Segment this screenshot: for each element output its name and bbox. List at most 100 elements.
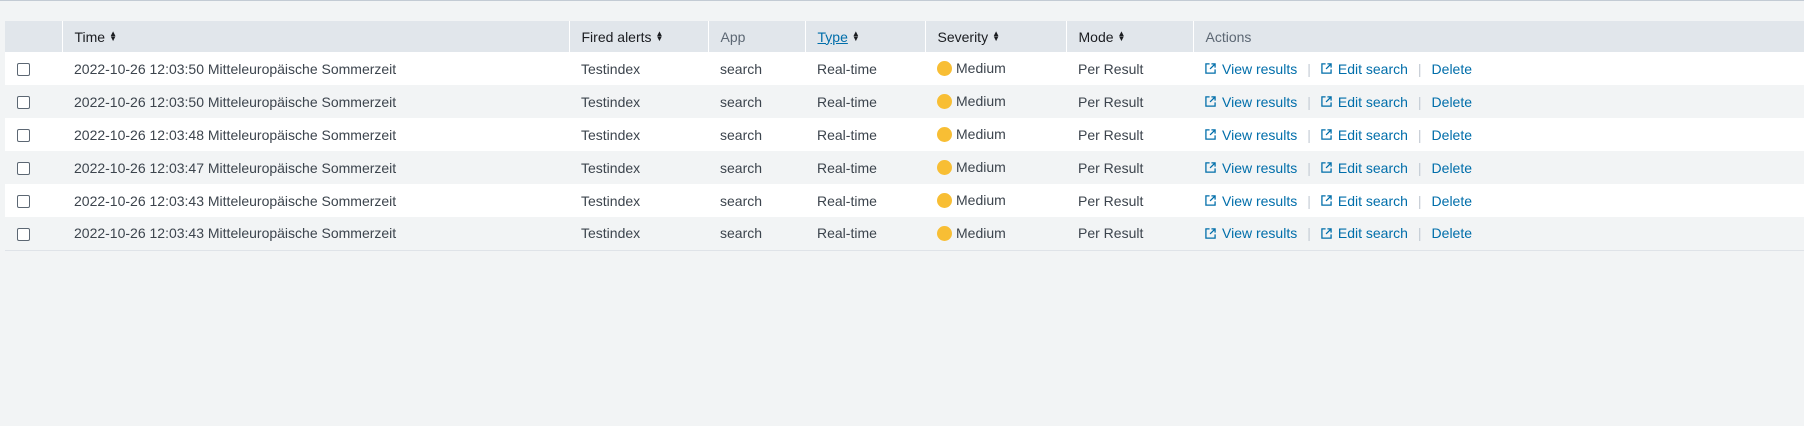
mode-cell: Per Result <box>1078 159 1144 176</box>
fired-alerts-table: Time ▲ ▼ Fired alerts ▲ ▼ App Type ▲ ▼ Severit… <box>5 21 1804 251</box>
table-row: 2022-10-26 12:03:43 Mitteleuropäische So… <box>5 184 1804 217</box>
actions-cell: View results | Edit search | Delete <box>1193 184 1804 217</box>
sort-icon: ▲ ▼ <box>109 28 118 43</box>
column-label-severity: Severity <box>937 28 989 45</box>
sort-icon: ▲ ▼ <box>851 28 860 43</box>
severity-label: Medium <box>956 93 1006 110</box>
view-results-label: View results <box>1222 159 1298 176</box>
edit-search-label: Edit search <box>1337 192 1408 209</box>
delete-link[interactable]: Delete <box>1432 61 1472 77</box>
external-link-icon <box>1321 228 1332 239</box>
row-checkbox[interactable] <box>17 96 30 110</box>
edit-search-link[interactable]: Edit search <box>1321 225 1408 241</box>
time-cell: 2022-10-26 12:03:43 Mitteleuropäische So… <box>74 225 397 242</box>
edit-search-label: Edit search <box>1337 126 1408 143</box>
action-separator: | <box>1417 126 1422 143</box>
column-label-actions: Actions <box>1205 28 1252 45</box>
external-link-icon <box>1321 162 1332 174</box>
delete-link[interactable]: Delete <box>1432 127 1472 143</box>
action-separator: | <box>1307 225 1311 242</box>
sort-icon: ▲ ▼ <box>1117 28 1126 43</box>
severity-label: Medium <box>956 224 1006 241</box>
mode-cell: Per Result <box>1078 225 1144 242</box>
column-header-severity[interactable]: Severity ▲ ▼ <box>924 21 1066 52</box>
view-results-label: View results <box>1222 60 1298 77</box>
column-header-app: App <box>707 21 805 52</box>
column-header-mode[interactable]: Mode ▲ ▼ <box>1065 21 1193 52</box>
row-checkbox[interactable] <box>17 129 30 143</box>
actions-cell: View results | Edit search | Delete <box>1193 151 1804 184</box>
delete-link[interactable]: Delete <box>1432 193 1472 209</box>
delete-link[interactable]: Delete <box>1432 225 1472 241</box>
severity-medium-icon <box>937 192 952 208</box>
table-row: 2022-10-26 12:03:47 Mitteleuropäische So… <box>5 151 1804 184</box>
severity-label: Medium <box>956 192 1006 209</box>
fired-alert-cell: Testindex <box>581 60 641 77</box>
view-results-link[interactable]: View results <box>1205 94 1297 110</box>
row-checkbox[interactable] <box>17 195 30 209</box>
action-separator: | <box>1307 159 1311 176</box>
external-link-icon <box>1321 129 1332 141</box>
column-label-time: Time <box>74 28 106 45</box>
external-link-icon <box>1205 129 1216 141</box>
edit-search-link[interactable]: Edit search <box>1321 61 1408 77</box>
time-cell: 2022-10-26 12:03:47 Mitteleuropäische So… <box>74 159 397 176</box>
action-separator: | <box>1417 60 1422 77</box>
edit-search-link[interactable]: Edit search <box>1321 193 1408 209</box>
column-label-type[interactable]: Type <box>818 29 848 45</box>
mode-cell: Per Result <box>1078 93 1144 110</box>
external-link-icon <box>1205 63 1216 75</box>
fired-alert-cell: Testindex <box>581 192 641 209</box>
type-cell: Real-time <box>817 192 877 209</box>
action-separator: | <box>1417 159 1422 176</box>
type-cell: Real-time <box>817 60 877 77</box>
actions-cell: View results | Edit search | Delete <box>1193 85 1804 118</box>
delete-link[interactable]: Delete <box>1432 160 1472 176</box>
delete-link[interactable]: Delete <box>1432 94 1472 110</box>
severity-cell: Medium <box>925 151 1066 184</box>
view-results-label: View results <box>1222 126 1298 143</box>
severity-label: Medium <box>956 159 1006 176</box>
column-header-fired-alerts[interactable]: Fired alerts ▲ ▼ <box>568 21 708 52</box>
row-checkbox[interactable] <box>17 162 30 176</box>
table-row: 2022-10-26 12:03:50 Mitteleuropäische So… <box>5 85 1804 118</box>
time-cell: 2022-10-26 12:03:48 Mitteleuropäische So… <box>74 126 397 143</box>
row-checkbox-cell <box>5 151 62 184</box>
column-header-time[interactable]: Time ▲ ▼ <box>61 21 569 52</box>
time-cell: 2022-10-26 12:03:43 Mitteleuropäische So… <box>74 192 397 209</box>
view-results-link[interactable]: View results <box>1205 61 1297 77</box>
mode-cell: Per Result <box>1078 60 1144 77</box>
severity-cell: Medium <box>925 184 1066 217</box>
edit-search-link[interactable]: Edit search <box>1321 127 1408 143</box>
app-cell: search <box>720 60 763 77</box>
top-border <box>0 0 1804 1</box>
table-body: 2022-10-26 12:03:50 Mitteleuropäische So… <box>5 52 1804 250</box>
edit-search-label: Edit search <box>1337 60 1408 77</box>
row-checkbox[interactable] <box>17 63 30 77</box>
row-checkbox-cell <box>5 184 62 217</box>
external-link-icon <box>1205 228 1216 239</box>
row-checkbox-cell <box>5 52 62 85</box>
row-checkbox[interactable] <box>17 228 30 242</box>
type-cell: Real-time <box>817 225 877 242</box>
view-results-link[interactable]: View results <box>1205 225 1297 241</box>
external-link-icon <box>1321 96 1332 108</box>
view-results-label: View results <box>1222 93 1298 110</box>
view-results-link[interactable]: View results <box>1205 160 1297 176</box>
time-cell: 2022-10-26 12:03:50 Mitteleuropäische So… <box>74 93 397 110</box>
app-cell: search <box>720 159 763 176</box>
view-results-link[interactable]: View results <box>1205 127 1297 143</box>
external-link-icon <box>1321 195 1332 207</box>
fired-alert-cell: Testindex <box>581 225 641 242</box>
header-checkbox-cell <box>5 21 62 52</box>
view-results-link[interactable]: View results <box>1205 193 1297 209</box>
severity-cell: Medium <box>925 85 1066 118</box>
time-cell: 2022-10-26 12:03:50 Mitteleuropäische So… <box>74 60 397 77</box>
fired-alerts-table-container: Time ▲ ▼ Fired alerts ▲ ▼ App Type ▲ ▼ Severit… <box>5 21 1804 251</box>
row-checkbox-cell <box>5 85 62 118</box>
app-cell: search <box>720 93 763 110</box>
column-header-type[interactable]: Type ▲ ▼ <box>804 21 925 52</box>
edit-search-link[interactable]: Edit search <box>1321 160 1408 176</box>
edit-search-link[interactable]: Edit search <box>1321 94 1408 110</box>
edit-search-label: Edit search <box>1337 225 1408 242</box>
